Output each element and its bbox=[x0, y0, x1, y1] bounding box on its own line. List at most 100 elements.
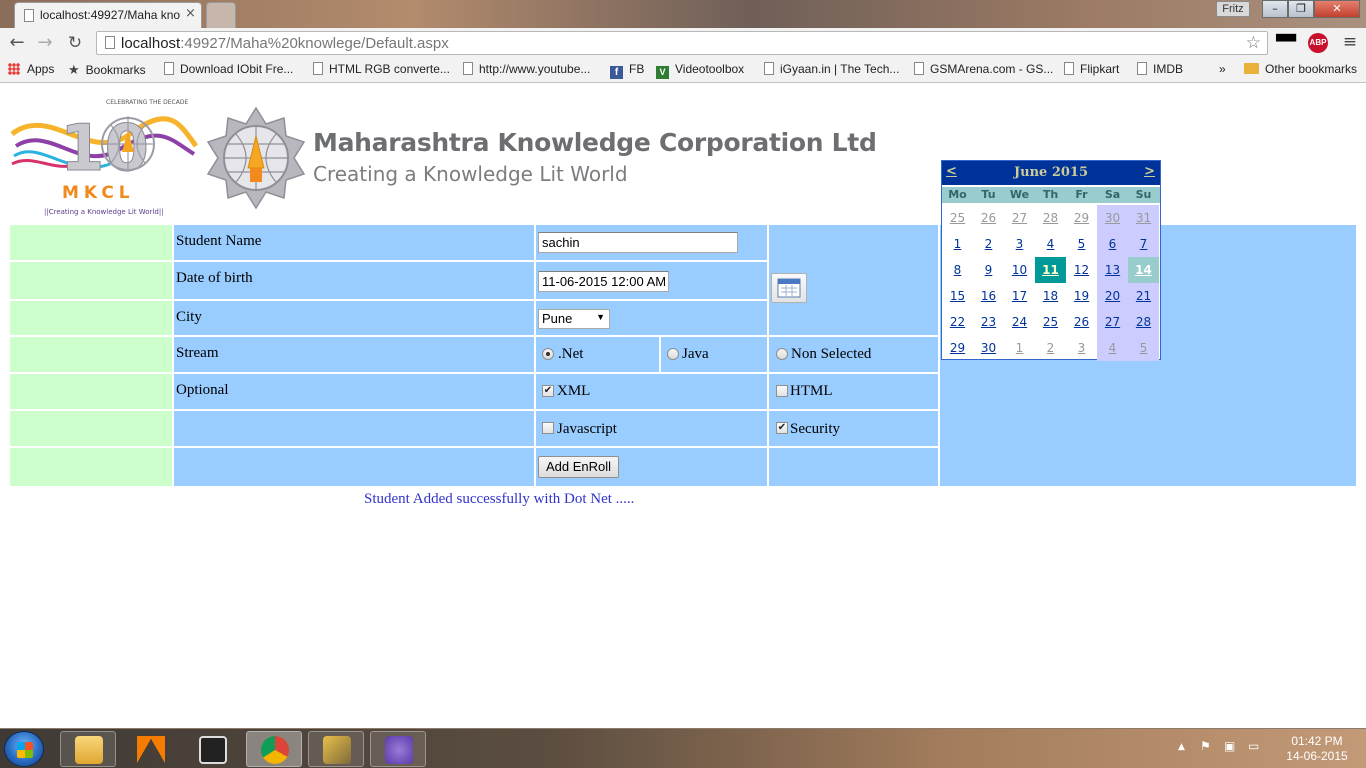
url-text[interactable]: localhost:49927/Maha%20knowlege/Default.… bbox=[121, 35, 449, 52]
bookmark-apps[interactable]: Apps bbox=[8, 62, 54, 76]
checkbox-xml[interactable]: ✔ bbox=[542, 385, 554, 397]
calendar-next-month[interactable]: > bbox=[1144, 164, 1155, 179]
bookmark-youtube[interactable]: http://www.youtube... bbox=[463, 62, 590, 76]
forward-arrow-icon[interactable]: → bbox=[34, 32, 56, 54]
calendar-day[interactable]: 24 bbox=[1004, 309, 1035, 335]
calendar-day[interactable]: 27 bbox=[1004, 205, 1035, 231]
bookmark-flipkart[interactable]: Flipkart bbox=[1064, 62, 1119, 76]
checkbox-html[interactable] bbox=[776, 385, 788, 397]
start-button[interactable] bbox=[4, 731, 44, 767]
calendar-day[interactable]: 14 bbox=[1128, 257, 1159, 283]
student-name-input[interactable] bbox=[538, 232, 738, 253]
calendar-day[interactable]: 13 bbox=[1097, 257, 1128, 283]
device-tray-icon[interactable]: ▣ bbox=[1224, 739, 1235, 753]
calendar-day[interactable]: 4 bbox=[1097, 335, 1128, 361]
adblock-plus-icon[interactable]: ABP bbox=[1308, 33, 1328, 53]
dob-input[interactable] bbox=[538, 271, 669, 292]
bookmark-other[interactable]: Other bookmarks bbox=[1244, 62, 1357, 76]
calendar-day[interactable]: 8 bbox=[942, 257, 973, 283]
calendar-day[interactable]: 23 bbox=[973, 309, 1004, 335]
stream-radio-java[interactable] bbox=[667, 348, 679, 360]
calendar-day[interactable]: 20 bbox=[1097, 283, 1128, 309]
calendar-day[interactable]: 12 bbox=[1066, 257, 1097, 283]
bookmark-html-rgb[interactable]: HTML RGB converte... bbox=[313, 62, 450, 76]
bookmark-iobit[interactable]: Download IObit Fre... bbox=[164, 62, 293, 76]
calendar-day[interactable]: 28 bbox=[1035, 205, 1066, 231]
profile-button[interactable]: Fritz bbox=[1216, 1, 1250, 17]
calendar-day[interactable]: 2 bbox=[1035, 335, 1066, 361]
bookmarks-overflow-chevron-icon[interactable]: » bbox=[1219, 62, 1226, 76]
bookmark-imdb[interactable]: IMDB bbox=[1137, 62, 1183, 76]
address-bar[interactable]: localhost:49927/Maha%20knowlege/Default.… bbox=[96, 31, 1268, 55]
calendar-day[interactable]: 28 bbox=[1128, 309, 1159, 335]
calendar-day[interactable]: 31 bbox=[1128, 205, 1159, 231]
calendar-day[interactable]: 26 bbox=[973, 205, 1004, 231]
reload-icon[interactable]: ↻ bbox=[64, 32, 86, 54]
show-hidden-icons-chevron-icon[interactable]: ▲ bbox=[1178, 742, 1185, 752]
calendar-day[interactable]: 27 bbox=[1097, 309, 1128, 335]
stream-radio-none[interactable] bbox=[776, 348, 788, 360]
calendar-day[interactable]: 25 bbox=[1035, 309, 1066, 335]
checkbox-javascript[interactable] bbox=[542, 422, 554, 434]
taskbar-explorer[interactable] bbox=[60, 731, 116, 767]
calendar-day[interactable]: 3 bbox=[1004, 231, 1035, 257]
calendar-day[interactable]: 30 bbox=[973, 335, 1004, 361]
calendar-day[interactable]: 2 bbox=[973, 231, 1004, 257]
calendar-day[interactable]: 30 bbox=[1097, 205, 1128, 231]
calendar-day[interactable]: 6 bbox=[1097, 231, 1128, 257]
calendar-day[interactable]: 1 bbox=[942, 231, 973, 257]
action-center-flag-icon[interactable]: ⚑ bbox=[1200, 739, 1211, 753]
menu-icon[interactable]: ≡ bbox=[1340, 32, 1360, 52]
calendar-day[interactable]: 5 bbox=[1128, 335, 1159, 361]
calendar-day[interactable]: 3 bbox=[1066, 335, 1097, 361]
calendar-day[interactable]: 5 bbox=[1066, 231, 1097, 257]
calendar-day[interactable]: 16 bbox=[973, 283, 1004, 309]
calendar-day[interactable]: 4 bbox=[1035, 231, 1066, 257]
city-select[interactable]: Pune ▼ bbox=[538, 309, 610, 329]
bookmark-igyaan[interactable]: iGyaan.in | The Tech... bbox=[764, 62, 899, 76]
new-tab-button[interactable] bbox=[206, 2, 236, 28]
calendar-day[interactable]: 25 bbox=[942, 205, 973, 231]
calendar-button[interactable] bbox=[771, 273, 807, 303]
maximize-button[interactable]: ❐ bbox=[1288, 0, 1314, 18]
system-clock[interactable]: 01:42 PM 14-06-2015 bbox=[1274, 734, 1360, 764]
calendar-day[interactable]: 29 bbox=[1066, 205, 1097, 231]
calendar-day[interactable]: 10 bbox=[1004, 257, 1035, 283]
page-icon bbox=[164, 62, 174, 75]
calendar-day[interactable]: 15 bbox=[942, 283, 973, 309]
calendar-day[interactable]: 1 bbox=[1004, 335, 1035, 361]
checkbox-security[interactable]: ✔ bbox=[776, 422, 788, 434]
close-tab-icon[interactable]: × bbox=[185, 6, 196, 21]
calendar-day[interactable]: 19 bbox=[1066, 283, 1097, 309]
calendar-day[interactable]: 22 bbox=[942, 309, 973, 335]
back-arrow-icon[interactable]: ← bbox=[6, 32, 28, 54]
bookmark-label: Download IObit Fre... bbox=[180, 62, 294, 76]
checkbox-cell: Javascript bbox=[536, 411, 767, 446]
extension-glasses-icon[interactable]: ▀▀ bbox=[1276, 34, 1296, 52]
calendar-day[interactable]: 7 bbox=[1128, 231, 1159, 257]
bookmark-gsmarena[interactable]: GSMArena.com - GS... bbox=[914, 62, 1053, 76]
minimize-button[interactable]: – bbox=[1262, 0, 1288, 18]
taskbar-visual-studio[interactable] bbox=[370, 731, 426, 767]
calendar-day[interactable]: 17 bbox=[1004, 283, 1035, 309]
network-tray-icon[interactable]: ▭ bbox=[1248, 739, 1259, 753]
add-enroll-button[interactable]: Add EnRoll bbox=[538, 456, 619, 478]
taskbar-media-player[interactable] bbox=[184, 731, 240, 767]
calendar-day[interactable]: 29 bbox=[942, 335, 973, 361]
calendar-day[interactable]: 26 bbox=[1066, 309, 1097, 335]
calendar-day[interactable]: 9 bbox=[973, 257, 1004, 283]
bookmark-bookmarks[interactable]: ★ Bookmarks bbox=[68, 62, 146, 78]
calendar-day[interactable]: 11 bbox=[1035, 257, 1066, 283]
bookmark-fb[interactable]: f FB bbox=[610, 62, 644, 79]
taskbar-chrome[interactable] bbox=[246, 731, 302, 767]
taskbar-visual-studio-tools[interactable] bbox=[308, 731, 364, 767]
taskbar-vlc[interactable] bbox=[122, 731, 178, 767]
radio-cell: Java bbox=[661, 337, 767, 372]
calendar-day[interactable]: 21 bbox=[1128, 283, 1159, 309]
close-window-button[interactable]: ✕ bbox=[1314, 0, 1360, 18]
bookmark-star-icon[interactable]: ☆ bbox=[1246, 33, 1261, 53]
calendar-day[interactable]: 18 bbox=[1035, 283, 1066, 309]
bookmark-videotoolbox[interactable]: V Videotoolbox bbox=[656, 62, 744, 79]
tab-active[interactable]: localhost:49927/Maha kno × bbox=[14, 2, 202, 28]
stream-radio-dotnet[interactable] bbox=[542, 348, 554, 360]
